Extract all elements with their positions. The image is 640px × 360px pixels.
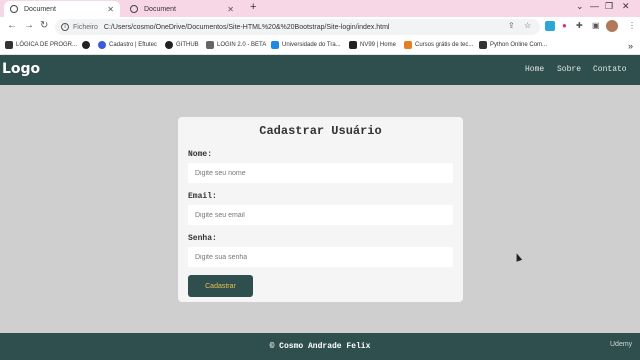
bookmark-item[interactable]: Universidade do Tra... xyxy=(271,41,341,49)
bookmark-icon xyxy=(404,41,412,49)
register-form: Cadastrar Usuário Nome: Email: Senha: Ca… xyxy=(178,117,463,302)
info-icon[interactable]: i xyxy=(61,23,69,31)
bookmark-label: LOGIN 2.0 - BETA xyxy=(217,42,267,48)
bookmark-item[interactable]: Cursos grátis de tec... xyxy=(404,41,473,49)
bookmark-item[interactable]: Python Online Com... xyxy=(479,41,547,49)
nav-link-contato[interactable]: Contato xyxy=(593,65,627,74)
github-icon xyxy=(165,41,173,49)
extension-dot-icon[interactable]: ● xyxy=(562,21,567,30)
chevron-down-icon[interactable]: ⌄ xyxy=(576,1,584,12)
tab-title: Document xyxy=(144,5,176,13)
new-tab-icon[interactable]: + xyxy=(250,1,256,13)
window-close-icon[interactable]: ✕ xyxy=(622,1,630,12)
bookmark-item[interactable]: NV99 | Home xyxy=(349,41,396,49)
minimize-icon[interactable]: — xyxy=(590,1,599,11)
email-label: Email: xyxy=(188,192,217,201)
reload-icon[interactable]: ↻ xyxy=(40,20,48,31)
email-input[interactable] xyxy=(188,205,453,225)
bookmark-item[interactable]: LOGIN 2.0 - BETA xyxy=(206,41,266,49)
more-bookmarks-icon[interactable]: » xyxy=(628,41,633,51)
bookmark-label: Universidade do Tra... xyxy=(282,42,341,48)
bookmark-icon xyxy=(98,41,106,49)
bookmark-icon xyxy=(271,41,279,49)
avatar[interactable] xyxy=(606,20,618,32)
address-bar[interactable]: i Ficheiro C:/Users/cosmo/OneDrive/Docum… xyxy=(55,19,540,35)
name-input[interactable] xyxy=(188,163,453,183)
bookmark-icon xyxy=(479,41,487,49)
nav-link-sobre[interactable]: Sobre xyxy=(557,65,581,74)
bookmarks-bar: LÓGICA DE PROGR... Cadastro | Eftutec GI… xyxy=(0,37,640,55)
kebab-menu-icon[interactable]: ⋮ xyxy=(628,21,636,30)
address-url: C:/Users/cosmo/OneDrive/Documentos/Site-… xyxy=(103,23,390,31)
puzzle-icon[interactable]: ✚ xyxy=(576,21,583,30)
browser-tabstrip: Document ✕ Document ✕ + ⌄ — ❐ ✕ xyxy=(0,0,640,17)
bookmark-label: Python Online Com... xyxy=(490,42,548,48)
footer-text: © Cosmo Andrade Felix xyxy=(269,342,371,351)
password-label: Senha: xyxy=(188,234,217,243)
bookmark-label: GITHUB xyxy=(176,42,199,48)
bookmark-label: LÓGICA DE PROGR... xyxy=(16,42,78,48)
extension-icon[interactable] xyxy=(545,21,555,31)
bookmark-item[interactable]: LÓGICA DE PROGR... xyxy=(5,41,77,49)
star-icon[interactable]: ☆ xyxy=(524,21,531,30)
tab-title: Document xyxy=(24,5,56,13)
bookmark-label: Cadastro | Eftutec xyxy=(109,42,157,48)
bookmark-icon xyxy=(349,41,357,49)
globe-icon xyxy=(82,41,90,49)
browser-tab[interactable]: Document ✕ xyxy=(124,1,240,17)
close-icon[interactable]: ✕ xyxy=(227,5,234,14)
bookmark-icon xyxy=(5,41,13,49)
close-icon[interactable]: ✕ xyxy=(107,5,114,14)
sidebar-icon[interactable]: ▣ xyxy=(592,21,600,30)
logo[interactable]: Logo xyxy=(2,61,40,77)
address-scheme: Ficheiro xyxy=(73,23,98,31)
submit-button[interactable]: Cadastrar xyxy=(188,275,253,297)
globe-icon xyxy=(130,5,138,13)
browser-tab-active[interactable]: Document ✕ xyxy=(4,1,120,17)
browser-toolbar: ← → ↻ i Ficheiro C:/Users/cosmo/OneDrive… xyxy=(0,17,640,37)
bookmark-item[interactable]: Cadastro | Eftutec xyxy=(98,41,157,49)
site-footer: © Cosmo Andrade Felix xyxy=(0,333,640,360)
site-header: Logo Home Sobre Contato xyxy=(0,55,640,85)
bookmark-item[interactable]: GITHUB xyxy=(165,41,199,49)
back-arrow-icon[interactable]: ← xyxy=(7,20,17,31)
mouse-cursor-icon xyxy=(513,252,523,262)
bookmark-label: NV99 | Home xyxy=(360,42,396,48)
nav-link-home[interactable]: Home xyxy=(525,65,544,74)
bookmark-item[interactable] xyxy=(82,41,93,49)
restore-icon[interactable]: ❐ xyxy=(605,1,613,12)
form-title: Cadastrar Usuário xyxy=(259,124,382,138)
forward-arrow-icon[interactable]: → xyxy=(24,20,34,31)
password-input[interactable] xyxy=(188,247,453,267)
name-label: Nome: xyxy=(188,150,213,159)
bookmark-icon xyxy=(206,41,214,49)
share-icon[interactable]: ⇪ xyxy=(508,21,515,30)
globe-icon xyxy=(10,5,18,13)
bookmark-label: Cursos grátis de tec... xyxy=(415,42,474,48)
watermark: Udemy xyxy=(610,341,633,348)
